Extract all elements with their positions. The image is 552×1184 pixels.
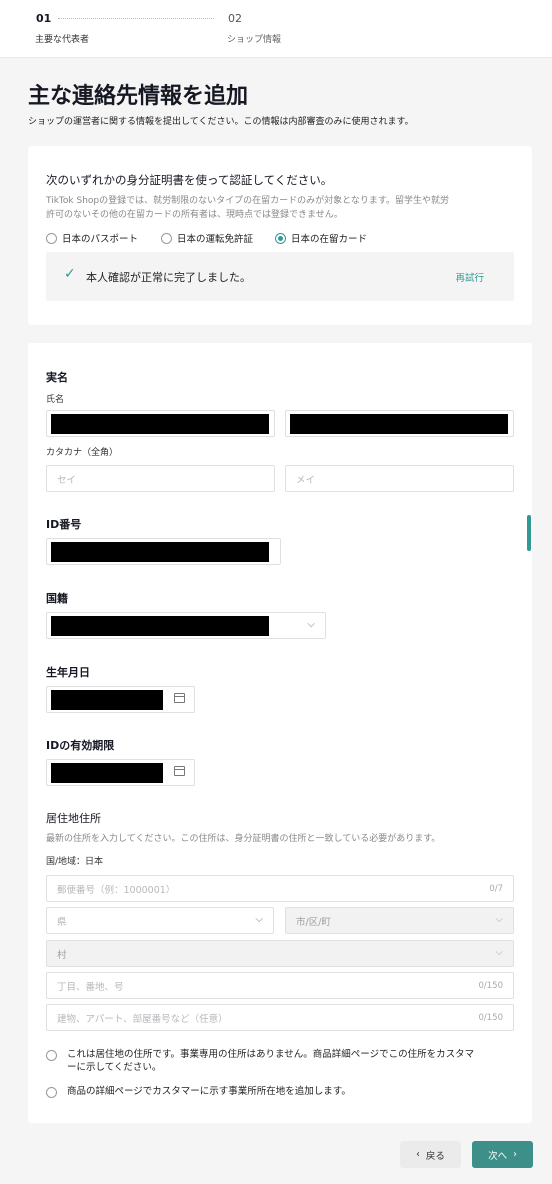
step-1-number: 01 bbox=[36, 12, 52, 25]
katakana-first-input[interactable]: セイ bbox=[46, 465, 275, 492]
prefecture-placeholder: 県 bbox=[57, 916, 67, 928]
calendar-icon bbox=[174, 693, 185, 703]
id-number-label: ID番号 bbox=[46, 518, 82, 531]
page-title: 主な連絡先情報を追加 bbox=[28, 84, 249, 109]
radio-unchecked-icon bbox=[46, 1087, 57, 1098]
katakana-label: カタカナ（全角） bbox=[46, 448, 119, 458]
nationality-label: 国籍 bbox=[46, 592, 68, 605]
redacted-block bbox=[51, 542, 269, 562]
redacted-block bbox=[51, 690, 163, 710]
option-business-address[interactable]: 商品の詳細ページでカスタマーに示す事業所所在地を追加します。 bbox=[46, 1085, 351, 1098]
address-heading: 居住地住所 bbox=[46, 812, 101, 825]
street-counter: 0/150 bbox=[478, 981, 504, 991]
chevron-down-icon: ⌵ bbox=[495, 947, 503, 958]
page-subtitle: ショップの運営者に関する情報を提出してください。この情報は内部審査のみに使用され… bbox=[28, 117, 414, 127]
step-2-number: 02 bbox=[228, 12, 242, 25]
verification-status-text: 本人確認が正常に完了しました。 bbox=[86, 271, 251, 284]
radio-unchecked-icon bbox=[46, 1050, 57, 1061]
redacted-block bbox=[51, 763, 163, 783]
chevron-left-icon: ‹ bbox=[416, 1149, 420, 1160]
last-name-input[interactable] bbox=[46, 410, 275, 437]
checkmark-icon: ✓ bbox=[64, 266, 76, 282]
id-number-input[interactable] bbox=[46, 538, 281, 565]
id-expiry-picker[interactable] bbox=[46, 759, 195, 786]
option-passport-label: 日本のパスポート bbox=[62, 234, 139, 245]
redacted-block bbox=[290, 414, 508, 434]
identity-note-line-1: TikTok Shopの登録では、就労制限のないタイプの在留カードのみが対象とな… bbox=[46, 196, 449, 206]
back-button[interactable]: ‹ 戻る bbox=[400, 1141, 461, 1168]
nationality-select[interactable]: ⌵ bbox=[46, 612, 326, 639]
radio-unchecked-icon bbox=[161, 232, 172, 244]
option-drivers-license-label: 日本の運転免許証 bbox=[177, 234, 254, 245]
option-drivers-license[interactable]: 日本の運転免許証 bbox=[161, 231, 253, 245]
building-counter: 0/150 bbox=[478, 1013, 504, 1023]
step-2-label: ショップ情報 bbox=[227, 35, 282, 45]
back-button-label: 戻る bbox=[425, 1150, 445, 1162]
chevron-down-icon: ⌵ bbox=[307, 619, 315, 630]
option-residential-text-line-1: これは居住地の住所です。事業専用の住所はありません。商品詳細ページでこの住所をカ… bbox=[67, 1049, 475, 1060]
chevron-right-icon: › bbox=[513, 1149, 517, 1160]
village-placeholder: 村 bbox=[57, 949, 67, 961]
chevron-down-icon: ⌵ bbox=[495, 914, 503, 925]
city-placeholder: 市/区/町 bbox=[296, 916, 331, 928]
village-select[interactable]: 村 ⌵ bbox=[46, 940, 514, 967]
option-residential-address[interactable]: これは居住地の住所です。事業専用の住所はありません。商品詳細ページでこの住所をカ… bbox=[46, 1048, 474, 1074]
identity-heading: 次のいずれかの身分証明書を使って認証してください。 bbox=[46, 173, 333, 187]
identity-note-line-2: 許可のないその他の在留カードの所有者は、現時点では登録できません。 bbox=[46, 210, 343, 220]
birth-date-label: 生年月日 bbox=[46, 666, 90, 679]
option-passport[interactable]: 日本のパスポート bbox=[46, 231, 138, 245]
chevron-down-icon: ⌵ bbox=[255, 914, 263, 925]
postal-code-counter: 0/7 bbox=[489, 884, 503, 894]
step-bar: 01 主要な代表者 02 ショップ情報 bbox=[0, 0, 552, 58]
real-name-heading: 実名 bbox=[46, 371, 68, 384]
option-residential-text-line-2: ーに示してください。 bbox=[67, 1062, 162, 1073]
building-placeholder: 建物、アパート、部屋番号など（任意） bbox=[57, 1013, 228, 1025]
country-label: 国/地域：日本 bbox=[46, 857, 104, 867]
option-business-text: 商品の詳細ページでカスタマーに示す事業所所在地を追加します。 bbox=[67, 1086, 351, 1097]
step-1-label: 主要な代表者 bbox=[35, 35, 90, 45]
building-input[interactable]: 建物、アパート、部屋番号など（任意） 0/150 bbox=[46, 1004, 514, 1031]
option-residence-card[interactable]: 日本の在留カード bbox=[275, 231, 367, 245]
full-name-label: 氏名 bbox=[46, 395, 65, 405]
radio-unchecked-icon bbox=[46, 232, 57, 244]
city-select[interactable]: 市/区/町 ⌵ bbox=[285, 907, 514, 934]
street-placeholder: 丁目、番地、号 bbox=[57, 981, 124, 993]
radio-checked-icon bbox=[275, 232, 286, 244]
street-input[interactable]: 丁目、番地、号 0/150 bbox=[46, 972, 514, 999]
identity-card: 次のいずれかの身分証明書を使って認証してください。 TikTok Shopの登録… bbox=[28, 146, 532, 325]
calendar-icon bbox=[174, 766, 185, 776]
first-name-input[interactable] bbox=[285, 410, 514, 437]
katakana-last-input[interactable]: メイ bbox=[285, 465, 514, 492]
personal-info-card: 実名 氏名 カタカナ（全角） セイ メイ ID番号 国籍 ⌵ 生年月日 IDの有… bbox=[28, 343, 532, 1123]
prefecture-select[interactable]: 県 ⌵ bbox=[46, 907, 274, 934]
redacted-block bbox=[51, 414, 269, 434]
retry-link[interactable]: 再試行 bbox=[455, 270, 484, 284]
option-residence-card-label: 日本の在留カード bbox=[291, 234, 368, 245]
postal-code-input[interactable]: 郵便番号（例：1000001） 0/7 bbox=[46, 875, 514, 902]
postal-code-placeholder: 郵便番号（例：1000001） bbox=[57, 884, 176, 896]
step-connector bbox=[58, 18, 214, 19]
birth-date-picker[interactable] bbox=[46, 686, 195, 713]
next-button-label: 次へ bbox=[488, 1150, 508, 1162]
scrollbar-thumb[interactable] bbox=[527, 515, 531, 551]
redacted-block bbox=[51, 616, 269, 636]
next-button[interactable]: 次へ › bbox=[472, 1141, 533, 1168]
verification-status: ✓ 本人確認が正常に完了しました。 再試行 bbox=[46, 252, 514, 301]
address-note: 最新の住所を入力してください。この住所は、身分証明書の住所と一致している必要があ… bbox=[46, 834, 441, 844]
id-expiry-label: IDの有効期限 bbox=[46, 739, 115, 752]
